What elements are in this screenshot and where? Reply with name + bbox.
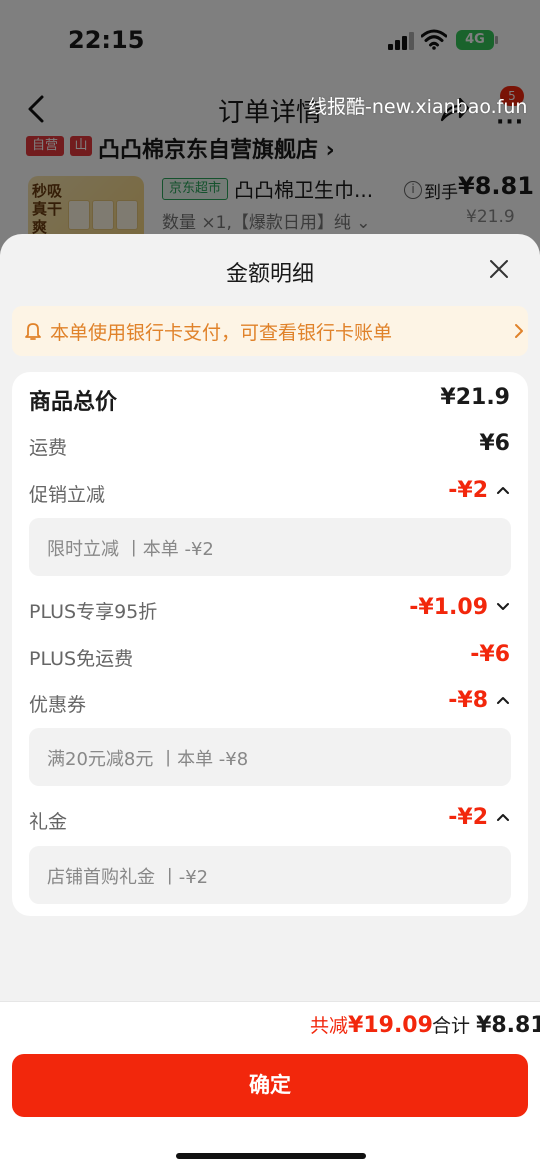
promo-label: 促销立减 bbox=[29, 484, 106, 506]
plus-discount-value[interactable]: -¥1.09 bbox=[409, 595, 488, 620]
plus-discount-label: PLUS专享95折 bbox=[29, 601, 158, 623]
total-reduction-value: ¥19.09 bbox=[348, 1013, 433, 1038]
total-sum: 合计 ¥8.81 bbox=[432, 1011, 540, 1038]
promo-detail-text: 限时立减 丨本单 -¥2 bbox=[47, 539, 214, 560]
gift-detail-text: 店铺首购礼金 丨-¥2 bbox=[47, 867, 209, 888]
bank-card-notice[interactable]: 本单使用银行卡支付，可查看银行卡账单 bbox=[12, 306, 528, 356]
sheet-footer: 共减¥19.09 合计 ¥8.81 确定 bbox=[0, 1001, 540, 1170]
modal-overlay[interactable] bbox=[0, 0, 540, 260]
chevron-up-icon[interactable] bbox=[496, 695, 510, 705]
sheet-title: 金额明细 bbox=[225, 262, 314, 287]
chevron-right-icon bbox=[515, 324, 523, 338]
divider bbox=[0, 1001, 540, 1002]
plus-shipping-label: PLUS免运费 bbox=[29, 648, 134, 670]
gift-detail: 店铺首购礼金 丨-¥2 bbox=[29, 846, 511, 904]
gift-label: 礼金 bbox=[29, 811, 68, 833]
home-indicator bbox=[176, 1153, 366, 1159]
coupon-detail-text: 满20元减8元 丨本单 -¥8 bbox=[47, 749, 249, 770]
chevron-up-icon[interactable] bbox=[496, 812, 510, 822]
chevron-up-icon[interactable] bbox=[496, 485, 510, 495]
confirm-button[interactable]: 确定 bbox=[12, 1054, 528, 1117]
promo-value[interactable]: -¥2 bbox=[448, 478, 488, 503]
watermark: 线报酷-new.xianbao.fun bbox=[308, 96, 528, 118]
total-reduction-label: 共减 bbox=[310, 1015, 349, 1037]
coupon-value[interactable]: -¥8 bbox=[448, 688, 488, 713]
bell-icon bbox=[25, 323, 41, 340]
coupon-label: 优惠券 bbox=[29, 694, 87, 716]
chevron-down-icon[interactable] bbox=[496, 602, 510, 612]
total-reduction: 共减¥19.09 bbox=[310, 1011, 433, 1038]
notice-text: 本单使用银行卡支付，可查看银行卡账单 bbox=[50, 322, 393, 344]
total-sum-label: 合计 bbox=[432, 1015, 471, 1037]
shipping-value: ¥6 bbox=[479, 431, 510, 456]
coupon-detail: 满20元减8元 丨本单 -¥8 bbox=[29, 728, 511, 786]
total-sum-value: ¥8.81 bbox=[476, 1013, 540, 1038]
promo-detail: 限时立减 丨本单 -¥2 bbox=[29, 518, 511, 576]
shipping-label: 运费 bbox=[29, 437, 68, 459]
gift-value[interactable]: -¥2 bbox=[448, 805, 488, 830]
goods-total-value: ¥21.9 bbox=[440, 385, 510, 410]
goods-total-label: 商品总价 bbox=[29, 390, 118, 415]
amount-card: 商品总价 ¥21.9 运费 ¥6 促销立减 -¥2 限时立减 丨本单 -¥2 P… bbox=[12, 372, 528, 916]
plus-shipping-value: -¥6 bbox=[470, 642, 510, 667]
close-icon[interactable] bbox=[488, 258, 510, 280]
